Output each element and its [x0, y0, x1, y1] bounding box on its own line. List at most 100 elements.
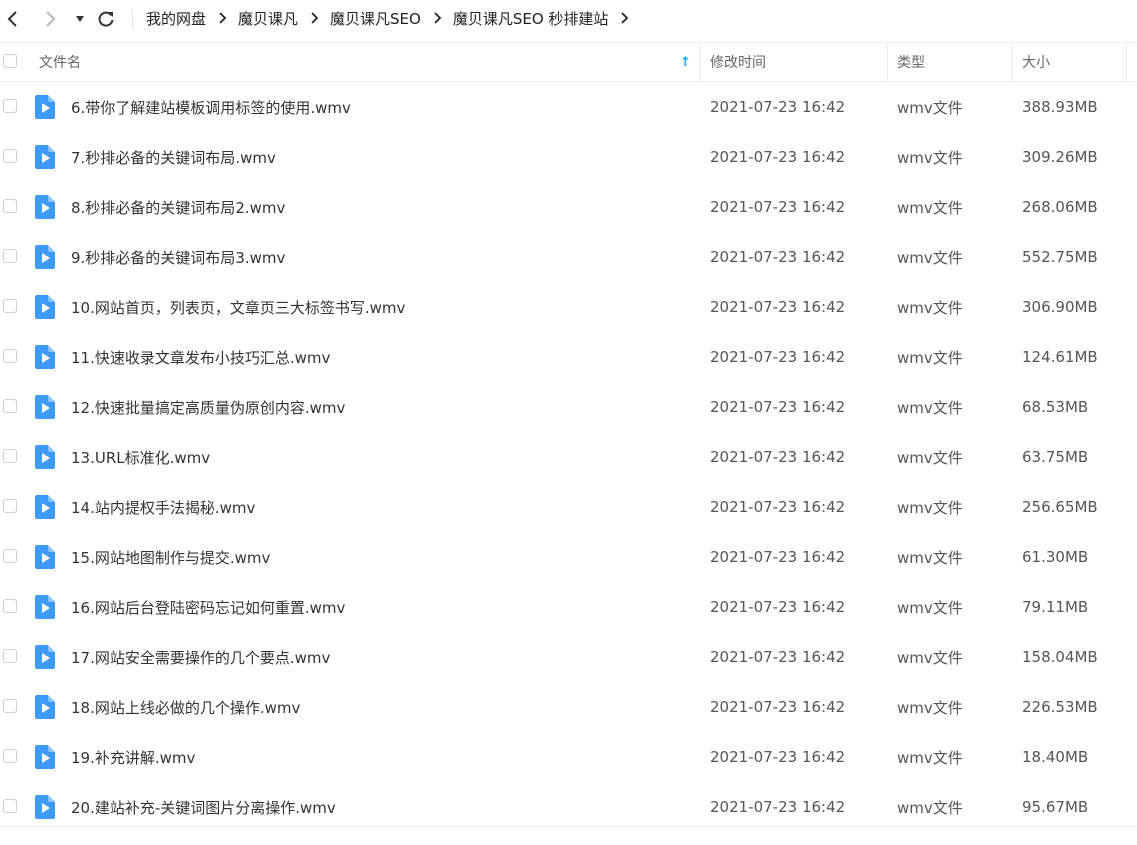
row-checkbox[interactable]: [3, 499, 17, 513]
refresh-icon: [98, 11, 114, 27]
file-type: wmv文件: [897, 748, 963, 767]
column-divider[interactable]: [1126, 43, 1127, 81]
row-checkbox[interactable]: [3, 399, 17, 413]
table-row[interactable]: 19.补充讲解.wmv 2021-07-23 16:42 wmv文件 18.40…: [0, 732, 1137, 782]
refresh-button[interactable]: [93, 6, 119, 32]
file-name[interactable]: 13.URL标准化.wmv: [71, 432, 210, 482]
video-file-icon: [35, 745, 55, 769]
table-row[interactable]: 7.秒排必备的关键词布局.wmv 2021-07-23 16:42 wmv文件 …: [0, 132, 1137, 182]
table-row[interactable]: 15.网站地图制作与提交.wmv 2021-07-23 16:42 wmv文件 …: [0, 532, 1137, 582]
row-checkbox[interactable]: [3, 699, 17, 713]
file-modified-time: 2021-07-23 16:42: [710, 248, 846, 266]
file-type: wmv文件: [897, 648, 963, 667]
table-row[interactable]: 8.秒排必备的关键词布局2.wmv 2021-07-23 16:42 wmv文件…: [0, 182, 1137, 232]
row-checkbox[interactable]: [3, 799, 17, 813]
file-modified-time: 2021-07-23 16:42: [710, 148, 846, 166]
video-file-icon: [35, 295, 55, 319]
table-row[interactable]: 17.网站安全需要操作的几个要点.wmv 2021-07-23 16:42 wm…: [0, 632, 1137, 682]
sort-ascending-icon: ↑: [680, 54, 691, 70]
file-type: wmv文件: [897, 298, 963, 317]
file-size: 61.30MB: [1022, 548, 1089, 566]
chevron-right-icon[interactable]: [620, 12, 629, 24]
forward-button[interactable]: [37, 6, 63, 32]
table-row[interactable]: 18.网站上线必做的几个操作.wmv 2021-07-23 16:42 wmv文…: [0, 682, 1137, 732]
video-file-icon: [35, 595, 55, 619]
file-type: wmv文件: [897, 98, 963, 117]
table-row[interactable]: 9.秒排必备的关键词布局3.wmv 2021-07-23 16:42 wmv文件…: [0, 232, 1137, 282]
file-name[interactable]: 15.网站地图制作与提交.wmv: [71, 532, 270, 582]
column-divider[interactable]: [699, 43, 700, 81]
file-name[interactable]: 17.网站安全需要操作的几个要点.wmv: [71, 632, 330, 682]
file-modified-time: 2021-07-23 16:42: [710, 648, 846, 666]
table-row[interactable]: 10.网站首页，列表页，文章页三大标签书写.wmv 2021-07-23 16:…: [0, 282, 1137, 332]
column-header-name[interactable]: 文件名 ↑: [39, 43, 699, 81]
table-row[interactable]: 13.URL标准化.wmv 2021-07-23 16:42 wmv文件 63.…: [0, 432, 1137, 482]
row-checkbox[interactable]: [3, 99, 17, 113]
breadcrumb-item-2[interactable]: 魔贝课凡SEO: [330, 8, 421, 29]
file-name[interactable]: 20.建站补充-关键词图片分离操作.wmv: [71, 782, 336, 832]
row-checkbox[interactable]: [3, 349, 17, 363]
video-file-icon: [35, 795, 55, 819]
nav-divider: [132, 9, 133, 29]
file-name[interactable]: 14.站内提权手法揭秘.wmv: [71, 482, 255, 532]
select-all-checkbox[interactable]: [3, 54, 17, 68]
file-list: 6.带你了解建站模板调用标签的使用.wmv 2021-07-23 16:42 w…: [0, 82, 1137, 832]
table-row[interactable]: 16.网站后台登陆密码忘记如何重置.wmv 2021-07-23 16:42 w…: [0, 582, 1137, 632]
file-modified-time: 2021-07-23 16:42: [710, 98, 846, 116]
row-checkbox[interactable]: [3, 199, 17, 213]
video-file-icon: [35, 495, 55, 519]
back-button[interactable]: [0, 6, 26, 32]
row-checkbox[interactable]: [3, 299, 17, 313]
breadcrumb-item-root[interactable]: 我的网盘: [146, 8, 206, 29]
column-divider[interactable]: [1012, 43, 1013, 81]
file-type: wmv文件: [897, 198, 963, 217]
file-modified-time: 2021-07-23 16:42: [710, 498, 846, 516]
file-name[interactable]: 10.网站首页，列表页，文章页三大标签书写.wmv: [71, 282, 405, 332]
file-modified-time: 2021-07-23 16:42: [710, 348, 846, 366]
file-name[interactable]: 18.网站上线必做的几个操作.wmv: [71, 682, 300, 732]
table-row[interactable]: 12.快速批量搞定高质量伪原创内容.wmv 2021-07-23 16:42 w…: [0, 382, 1137, 432]
file-type: wmv文件: [897, 798, 963, 817]
row-checkbox[interactable]: [3, 599, 17, 613]
row-checkbox[interactable]: [3, 749, 17, 763]
chevron-right-icon: [433, 12, 442, 24]
row-checkbox[interactable]: [3, 549, 17, 563]
breadcrumb-item-1[interactable]: 魔贝课凡: [238, 8, 298, 29]
chevron-left-icon: [7, 11, 17, 27]
file-name[interactable]: 9.秒排必备的关键词布局3.wmv: [71, 232, 285, 282]
file-name[interactable]: 6.带你了解建站模板调用标签的使用.wmv: [71, 82, 351, 132]
column-header-type[interactable]: 类型: [897, 43, 925, 81]
file-type: wmv文件: [897, 698, 963, 717]
row-checkbox[interactable]: [3, 449, 17, 463]
row-checkbox[interactable]: [3, 249, 17, 263]
file-name[interactable]: 12.快速批量搞定高质量伪原创内容.wmv: [71, 382, 345, 432]
row-checkbox[interactable]: [3, 149, 17, 163]
file-name[interactable]: 16.网站后台登陆密码忘记如何重置.wmv: [71, 582, 345, 632]
column-header-name-label: 文件名: [39, 55, 81, 71]
file-type: wmv文件: [897, 448, 963, 467]
row-checkbox[interactable]: [3, 649, 17, 663]
column-header-modified[interactable]: 修改时间: [710, 43, 766, 81]
file-size: 158.04MB: [1022, 648, 1098, 666]
file-size: 388.93MB: [1022, 98, 1098, 116]
file-type: wmv文件: [897, 498, 963, 517]
video-file-icon: [35, 245, 55, 269]
navigation-bar: 我的网盘 魔贝课凡 魔贝课凡SEO 魔贝课凡SEO 秒排建站: [0, 0, 1137, 40]
file-name[interactable]: 8.秒排必备的关键词布局2.wmv: [71, 182, 285, 232]
table-row[interactable]: 11.快速收录文章发布小技巧汇总.wmv 2021-07-23 16:42 wm…: [0, 332, 1137, 382]
history-dropdown-button[interactable]: [67, 6, 93, 32]
table-row[interactable]: 14.站内提权手法揭秘.wmv 2021-07-23 16:42 wmv文件 2…: [0, 482, 1137, 532]
file-table: 文件名 ↑ 修改时间 类型 大小 6.带你了解建站模板调用标签的使用.wmv 2…: [0, 42, 1137, 832]
file-name[interactable]: 7.秒排必备的关键词布局.wmv: [71, 132, 276, 182]
column-header-size[interactable]: 大小: [1022, 43, 1050, 81]
column-divider[interactable]: [887, 43, 888, 81]
file-modified-time: 2021-07-23 16:42: [710, 298, 846, 316]
file-name[interactable]: 11.快速收录文章发布小技巧汇总.wmv: [71, 332, 330, 382]
breadcrumb-item-current[interactable]: 魔贝课凡SEO 秒排建站: [453, 8, 609, 29]
table-row[interactable]: 6.带你了解建站模板调用标签的使用.wmv 2021-07-23 16:42 w…: [0, 82, 1137, 132]
chevron-right-icon: [218, 12, 227, 24]
file-name[interactable]: 19.补充讲解.wmv: [71, 732, 195, 782]
table-row[interactable]: 20.建站补充-关键词图片分离操作.wmv 2021-07-23 16:42 w…: [0, 782, 1137, 832]
video-file-icon: [35, 545, 55, 569]
file-modified-time: 2021-07-23 16:42: [710, 598, 846, 616]
